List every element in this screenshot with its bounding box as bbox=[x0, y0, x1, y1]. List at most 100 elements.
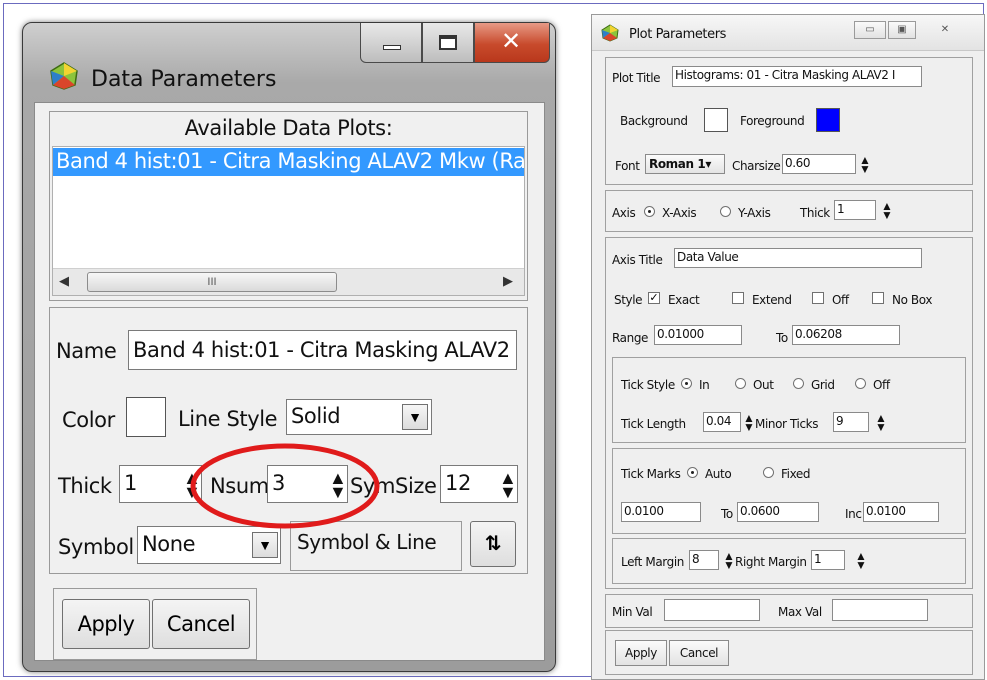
tick-from-input[interactable]: 0.0100 bbox=[621, 502, 701, 522]
thick-label: Thick bbox=[58, 474, 112, 498]
chevron-down-icon[interactable]: ▼ bbox=[402, 404, 428, 430]
foreground-color-swatch[interactable] bbox=[816, 108, 840, 132]
apply-button[interactable]: Apply bbox=[62, 599, 150, 649]
axis-thick-spinner-icon[interactable]: ▲ ▼ bbox=[881, 200, 893, 221]
cancel-button[interactable]: Cancel bbox=[152, 599, 250, 649]
charsize-spinner-icon[interactable]: ▲ ▼ bbox=[859, 154, 871, 175]
cancel-button[interactable]: Cancel bbox=[669, 640, 729, 666]
horizontal-scrollbar[interactable]: ◀ III ▶ bbox=[53, 268, 524, 295]
left-margin-spinner-icon[interactable]: ▲ ▼ bbox=[723, 550, 735, 571]
plot-properties-group: Name Band 4 hist:01 - Citra Masking ALAV… bbox=[49, 307, 528, 574]
tick-marks-label: Tick Marks bbox=[621, 467, 681, 481]
scroll-right-icon[interactable]: ▶ bbox=[503, 273, 513, 289]
min-val-input[interactable] bbox=[664, 599, 760, 621]
background-color-swatch[interactable] bbox=[704, 108, 728, 132]
charsize-label: Charsize bbox=[732, 159, 781, 173]
tick-auto-radio[interactable] bbox=[687, 467, 698, 478]
symbol-mode-label: Symbol & Line bbox=[297, 530, 437, 554]
nobox-label: No Box bbox=[892, 293, 933, 307]
axis-settings-group: Axis Title Data Value Style ✓ Exact Exte… bbox=[605, 237, 973, 589]
close-button[interactable]: ✕ bbox=[474, 23, 550, 63]
name-label: Name bbox=[56, 339, 117, 363]
range-from-input[interactable]: 0.01000 bbox=[654, 325, 742, 345]
data-plots-list[interactable]: Band 4 hist:01 - Citra Masking ALAV2 Mkw… bbox=[52, 146, 525, 296]
action-buttons-group: Apply Cancel bbox=[53, 588, 257, 660]
max-val-label: Max Val bbox=[778, 605, 822, 619]
tick-grid-label: Grid bbox=[811, 378, 835, 392]
plot-title-label: Plot Title bbox=[612, 71, 661, 85]
close-button[interactable]: ✕ bbox=[928, 21, 962, 39]
foreground-label: Foreground bbox=[740, 114, 805, 128]
tick-in-label: In bbox=[699, 378, 710, 392]
tick-out-label: Out bbox=[753, 378, 774, 392]
left-margin-input[interactable]: 8 bbox=[689, 550, 719, 570]
highlight-ellipse-icon bbox=[190, 443, 380, 529]
axis-thick-input[interactable]: 1 bbox=[834, 200, 876, 220]
font-select[interactable]: Roman 1▾ bbox=[645, 154, 725, 174]
line-style-label: Line Style bbox=[178, 407, 278, 431]
list-header: Available Data Plots: bbox=[184, 116, 393, 140]
tick-to-input[interactable]: 0.0600 bbox=[737, 502, 819, 522]
inc-input[interactable]: 0.0100 bbox=[863, 502, 939, 522]
axis-title-input[interactable]: Data Value bbox=[674, 248, 922, 268]
swap-order-icon[interactable]: ⇅ bbox=[470, 521, 516, 567]
min-val-label: Min Val bbox=[612, 605, 653, 619]
minor-ticks-label: Minor Ticks bbox=[755, 417, 819, 431]
symsize-spinner-icon[interactable]: ▲ ▼ bbox=[499, 469, 517, 501]
chevron-down-icon[interactable]: ▼ bbox=[252, 532, 278, 558]
scroll-left-icon[interactable]: ◀ bbox=[59, 273, 69, 289]
data-plots-group: Available Data Plots: Band 4 hist:01 - C… bbox=[49, 111, 528, 301]
off-label: Off bbox=[832, 293, 849, 307]
tick-in-radio[interactable] bbox=[681, 378, 692, 389]
charsize-input[interactable]: 0.60 bbox=[782, 154, 856, 174]
max-val-input[interactable] bbox=[832, 599, 928, 621]
axis-label: Axis bbox=[612, 206, 636, 220]
apply-button[interactable]: Apply bbox=[615, 640, 667, 666]
plot-action-buttons-group: Apply Cancel bbox=[605, 630, 973, 675]
color-label: Color bbox=[62, 408, 115, 432]
minor-ticks-spinner-icon[interactable]: ▲ ▼ bbox=[875, 412, 887, 433]
chevron-down-icon: ▾ bbox=[705, 157, 711, 171]
axis-select-group: Axis X-Axis Y-Axis Thick 1 ▲ ▼ bbox=[605, 190, 973, 232]
color-swatch[interactable] bbox=[126, 397, 166, 437]
tick-length-input[interactable]: 0.04 bbox=[703, 412, 741, 432]
dialog-client-area: Available Data Plots: Band 4 hist:01 - C… bbox=[34, 102, 545, 661]
exact-label: Exact bbox=[668, 293, 700, 307]
maximize-button[interactable]: ▣ bbox=[888, 21, 916, 39]
minimize-button[interactable]: ▭ bbox=[854, 21, 886, 39]
tick-fixed-label: Fixed bbox=[781, 467, 811, 481]
tick-length-spinner-icon[interactable]: ▲ ▼ bbox=[743, 412, 755, 433]
window-title: Plot Parameters bbox=[629, 27, 727, 42]
y-axis-label: Y-Axis bbox=[738, 206, 771, 220]
tick-out-radio[interactable] bbox=[735, 378, 746, 389]
off-checkbox[interactable] bbox=[812, 292, 824, 304]
data-parameters-window: Data Parameters ✕ Available Data Plots: … bbox=[22, 22, 556, 672]
idl-logo-icon bbox=[601, 24, 619, 42]
extend-checkbox[interactable] bbox=[732, 292, 744, 304]
range-label: Range bbox=[612, 331, 649, 345]
x-axis-radio[interactable] bbox=[644, 206, 655, 217]
minimize-button[interactable] bbox=[360, 23, 422, 63]
plot-title-input[interactable]: Histograms: 01 - Citra Masking ALAV2 I bbox=[672, 66, 922, 87]
tick-length-label: Tick Length bbox=[621, 417, 686, 431]
left-margin-label: Left Margin bbox=[621, 555, 684, 569]
tick-off-label: Off bbox=[873, 378, 890, 392]
y-axis-radio[interactable] bbox=[720, 206, 731, 217]
symbol-label: Symbol bbox=[58, 535, 134, 559]
list-item-selected[interactable]: Band 4 hist:01 - Citra Masking ALAV2 Mkw… bbox=[53, 148, 524, 176]
name-input[interactable]: Band 4 hist:01 - Citra Masking ALAV2 M bbox=[128, 330, 517, 370]
close-icon: ✕ bbox=[501, 27, 522, 55]
range-to-input[interactable]: 0.06208 bbox=[792, 325, 900, 345]
exact-checkbox[interactable]: ✓ bbox=[648, 292, 660, 304]
tick-fixed-radio[interactable] bbox=[763, 467, 774, 478]
tick-off-radio[interactable] bbox=[855, 378, 866, 389]
tick-grid-radio[interactable] bbox=[793, 378, 804, 389]
right-margin-input[interactable]: 1 bbox=[811, 550, 845, 570]
scroll-thumb[interactable]: III bbox=[87, 272, 337, 292]
maximize-button[interactable] bbox=[422, 23, 474, 63]
minor-ticks-input[interactable]: 9 bbox=[833, 412, 869, 432]
idl-logo-icon bbox=[50, 62, 78, 90]
nobox-checkbox[interactable] bbox=[872, 292, 884, 304]
background-label: Background bbox=[620, 114, 688, 128]
right-margin-spinner-icon[interactable]: ▲ ▼ bbox=[855, 550, 867, 571]
